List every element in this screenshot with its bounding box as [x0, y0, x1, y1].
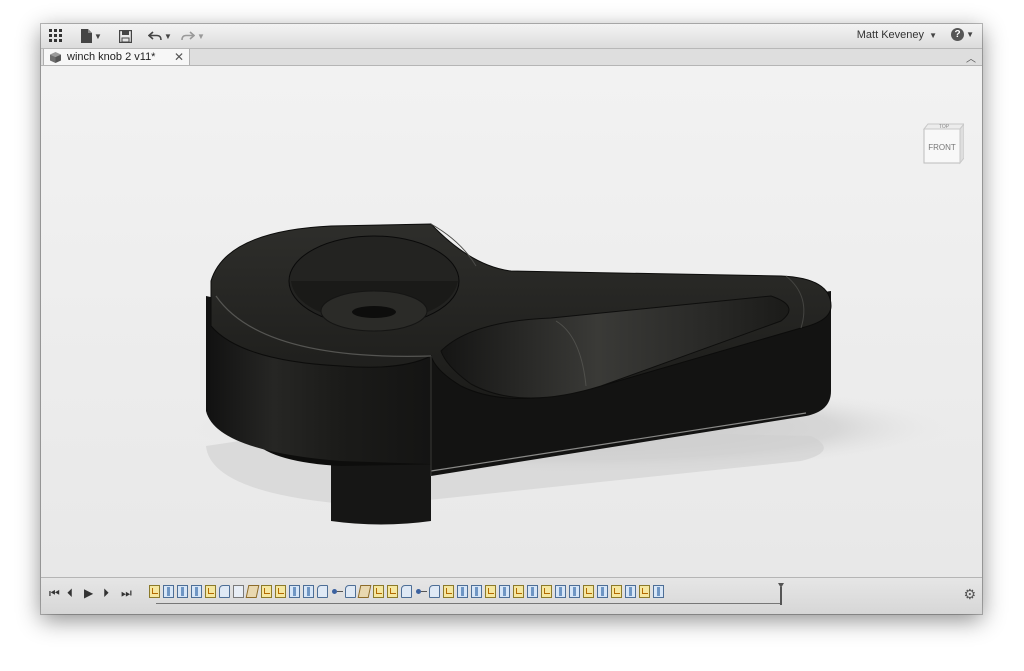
chevron-down-icon: ▼	[164, 31, 172, 41]
close-tab-icon[interactable]: ✕	[174, 50, 184, 64]
timeline-feature-extrude-icon[interactable]	[177, 585, 188, 598]
timeline-feature-sketch-icon[interactable]	[485, 585, 496, 598]
user-name: Matt Keveney	[856, 29, 925, 41]
undo-button[interactable]: ▼	[148, 27, 172, 45]
timeline-feature-fillet-icon[interactable]	[219, 585, 230, 598]
save-icon	[119, 29, 132, 43]
play-icon[interactable]: ▶	[84, 587, 93, 599]
timeline-feature-extrude-icon[interactable]	[555, 585, 566, 598]
redo-button[interactable]: ▼	[181, 27, 205, 45]
timeline-feature-sketch-icon[interactable]	[275, 585, 286, 598]
file-menu-button[interactable]: ▼	[81, 27, 102, 45]
timeline-feature-sketch-icon[interactable]	[583, 585, 594, 598]
view-cube-top-label: TOP	[939, 124, 950, 130]
timeline-feature-sketch-icon[interactable]	[149, 585, 160, 598]
timeline-feature-extrude-icon[interactable]	[597, 585, 608, 598]
timeline-feature-plane-icon[interactable]	[357, 585, 372, 598]
document-tab-label: winch knob 2 v11*	[67, 51, 156, 63]
user-menu[interactable]: Matt Keveney ▼	[857, 29, 937, 41]
timeline-feature-extrude-icon[interactable]	[471, 585, 482, 598]
grid-apps-icon[interactable]	[49, 27, 63, 45]
timeline-feature-sketch-icon[interactable]	[205, 585, 216, 598]
timeline-feature-extrude-icon[interactable]	[191, 585, 202, 598]
chevron-down-icon: ▼	[197, 31, 205, 41]
timeline-feature-extrude-icon[interactable]	[499, 585, 510, 598]
timeline-feature-sketch-icon[interactable]	[261, 585, 272, 598]
step-forward-icon[interactable]: ⏵	[103, 587, 109, 599]
timeline-feature-sketch-icon[interactable]	[443, 585, 454, 598]
timeline-feature-joint-icon[interactable]	[331, 585, 343, 598]
timeline-feature-extrude-icon[interactable]	[527, 585, 538, 598]
redo-icon	[181, 30, 195, 40]
document-tab[interactable]: winch knob 2 v11* ✕	[43, 49, 190, 65]
timeline-feature-joint-icon[interactable]	[415, 585, 427, 598]
go-to-end-icon[interactable]: ⏭	[121, 587, 132, 599]
timeline-feature-sketch-icon[interactable]	[541, 585, 552, 598]
timeline-feature-extrude-icon[interactable]	[163, 585, 174, 598]
fusion-window: ▼ ▼ ▼ Matt Keveney ▼ ? ▼ winch knob 2 v1…	[41, 24, 982, 614]
file-icon	[81, 29, 92, 43]
timeline-feature-sketch-icon[interactable]	[373, 585, 384, 598]
timeline-feature-fillet-icon[interactable]	[429, 585, 440, 598]
timeline-feature-fillet-icon[interactable]	[317, 585, 328, 598]
help-icon: ?	[951, 28, 965, 41]
view-cube[interactable]: TOP FRONT	[920, 122, 966, 176]
timeline-feature-plane-icon[interactable]	[245, 585, 260, 598]
timeline-feature-sketch-icon[interactable]	[387, 585, 398, 598]
boss-cylinder	[331, 456, 431, 525]
timeline-track	[156, 603, 781, 604]
component-cube-icon	[50, 51, 61, 63]
timeline-feature-extrude-icon[interactable]	[625, 585, 636, 598]
timeline-feature-extrude-icon[interactable]	[457, 585, 468, 598]
timeline-feature-mirror-icon[interactable]	[233, 585, 244, 598]
timeline-feature-extrude-icon[interactable]	[569, 585, 580, 598]
timeline-feature-sketch-icon[interactable]	[639, 585, 650, 598]
timeline-bar: ⏮ ⏴ ▶ ⏵ ⏭ ⚙	[41, 577, 982, 614]
save-button[interactable]	[119, 27, 132, 45]
view-cube-front-label: FRONT	[928, 143, 956, 152]
gear-icon[interactable]: ⚙	[963, 586, 976, 603]
timeline-features	[149, 585, 664, 598]
model-render	[191, 223, 951, 525]
undo-icon	[148, 30, 162, 40]
chevron-down-icon: ▼	[929, 31, 937, 40]
chevron-down-icon: ▼	[966, 30, 974, 39]
timeline-feature-sketch-icon[interactable]	[513, 585, 524, 598]
chevron-up-icon[interactable]: ︿	[966, 50, 976, 65]
step-back-icon[interactable]: ⏴	[67, 587, 73, 599]
3d-viewport[interactable]: TOP FRONT	[41, 66, 982, 577]
help-menu[interactable]: ? ▼	[951, 28, 974, 41]
document-tab-bar: winch knob 2 v11* ✕ ︿	[41, 49, 982, 66]
timeline-feature-extrude-icon[interactable]	[303, 585, 314, 598]
timeline-feature-extrude-icon[interactable]	[289, 585, 300, 598]
timeline-feature-fillet-icon[interactable]	[401, 585, 412, 598]
timeline-feature-extrude-icon[interactable]	[653, 585, 664, 598]
timeline-feature-fillet-icon[interactable]	[345, 585, 356, 598]
application-toolbar: ▼ ▼ ▼ Matt Keveney ▼ ? ▼	[41, 24, 982, 49]
timeline-marker[interactable]	[778, 583, 784, 605]
timeline-feature-sketch-icon[interactable]	[611, 585, 622, 598]
go-to-start-icon[interactable]: ⏮	[49, 587, 60, 599]
chevron-down-icon: ▼	[94, 31, 102, 41]
